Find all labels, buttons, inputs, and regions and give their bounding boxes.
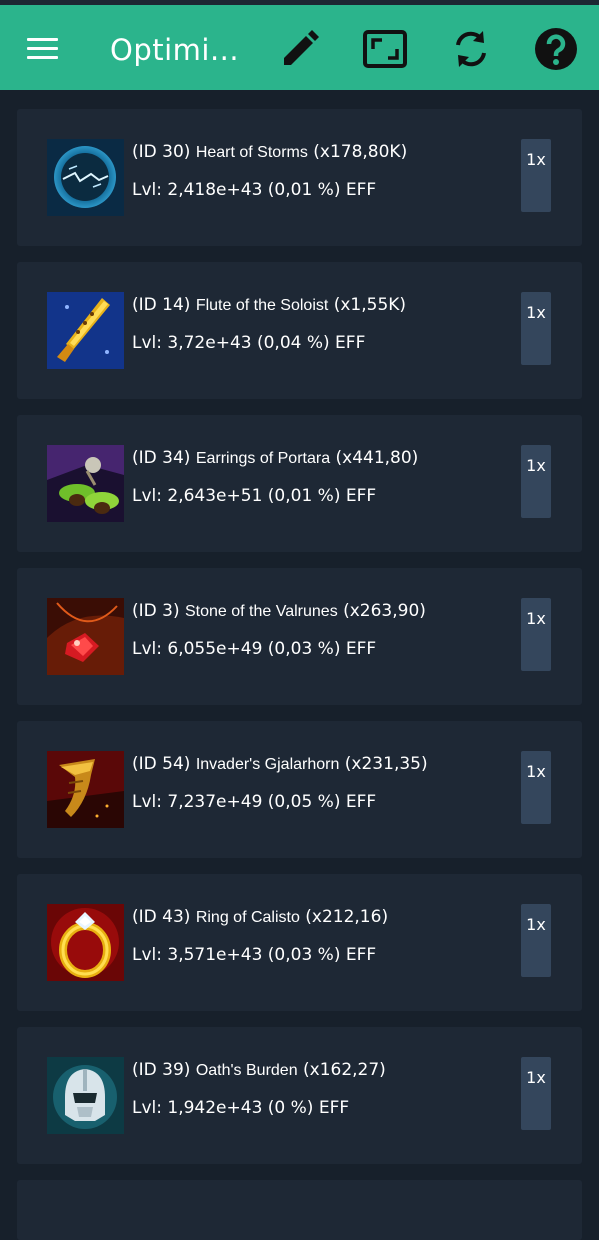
item-id: (ID 34) — [132, 448, 191, 468]
list-item[interactable]: (ID 54) Invader's Gjalarhorn (x231,35) L… — [17, 721, 582, 858]
list-item[interactable]: (ID 34) Earrings of Portara (x441,80) Lv… — [17, 415, 582, 552]
item-title: (ID 39) Oath's Burden (x162,27) — [132, 1058, 517, 1082]
flute-of-the-soloist-icon — [47, 292, 124, 369]
quantity-button[interactable]: 1x — [521, 1057, 551, 1130]
item-multiplier: (x441,80) — [335, 448, 419, 468]
list-item[interactable]: (ID 30) Heart of Storms (x178,80K) Lvl: … — [17, 109, 582, 246]
quantity-button[interactable]: 1x — [521, 598, 551, 671]
earrings-of-portara-icon — [47, 445, 124, 522]
list-item[interactable]: (ID 43) Ring of Calisto (x212,16) Lvl: 3… — [17, 874, 582, 1011]
item-level: Lvl: 2,643e+51 (0,01 %) EFF — [132, 486, 377, 506]
page-title: Optimi... — [110, 33, 240, 67]
item-id: (ID 14) — [132, 295, 191, 315]
item-name: Earrings of Portara — [195, 450, 331, 467]
item-title: (ID 54) Invader's Gjalarhorn (x231,35) — [132, 752, 517, 776]
list-item[interactable]: (ID 14) Flute of the Soloist (x1,55K) Lv… — [17, 262, 582, 399]
quantity-button[interactable]: 1x — [521, 904, 551, 977]
item-title: (ID 30) Heart of Storms (x178,80K) — [132, 140, 517, 164]
fullscreen-icon[interactable] — [363, 27, 407, 71]
item-name: Oath's Burden — [195, 1062, 298, 1079]
item-title: (ID 34) Earrings of Portara (x441,80) — [132, 446, 517, 470]
list-item[interactable]: (ID 39) Oath's Burden (x162,27) Lvl: 1,9… — [17, 1027, 582, 1164]
item-id: (ID 39) — [132, 1060, 191, 1080]
quantity-button[interactable]: 1x — [521, 751, 551, 824]
item-multiplier: (x231,35) — [344, 754, 428, 774]
item-name: Flute of the Soloist — [195, 297, 329, 314]
item-name: Invader's Gjalarhorn — [195, 756, 340, 773]
item-name: Stone of the Valrunes — [185, 603, 338, 620]
item-level: Lvl: 2,418e+43 (0,01 %) EFF — [132, 180, 377, 200]
invaders-gjalarhorn-icon — [47, 751, 124, 828]
item-name: Ring of Calisto — [195, 909, 300, 926]
app-bar: Optimi... — [0, 5, 599, 90]
item-level: Lvl: 3,571e+43 (0,03 %) EFF — [132, 945, 377, 965]
heart-of-storms-icon — [47, 139, 124, 216]
list-item[interactable] — [17, 1180, 582, 1240]
item-level: Lvl: 6,055e+49 (0,03 %) EFF — [132, 639, 377, 659]
item-level: Lvl: 3,72e+43 (0,04 %) EFF — [132, 333, 366, 353]
item-id: (ID 43) — [132, 907, 191, 927]
item-multiplier: (x263,90) — [343, 601, 426, 621]
edit-pencil-icon[interactable] — [278, 27, 322, 71]
item-id: (ID 54) — [132, 754, 191, 774]
item-id: (ID 3) — [132, 601, 180, 621]
item-multiplier: (x212,16) — [305, 907, 389, 927]
item-multiplier: (x1,55K) — [333, 295, 407, 315]
quantity-button[interactable]: 1x — [521, 139, 551, 212]
item-level: Lvl: 1,942e+43 (0 %) EFF — [132, 1098, 350, 1118]
item-multiplier: (x178,80K) — [313, 142, 408, 162]
item-title: (ID 14) Flute of the Soloist (x1,55K) — [132, 293, 517, 317]
item-name: Heart of Storms — [195, 144, 308, 161]
item-title: (ID 43) Ring of Calisto (x212,16) — [132, 905, 517, 929]
list-item[interactable]: (ID 3) Stone of the Valrunes (x263,90) L… — [17, 568, 582, 705]
item-level: Lvl: 7,237e+49 (0,05 %) EFF — [132, 792, 377, 812]
item-id: (ID 30) — [132, 142, 191, 162]
stone-of-the-valrunes-icon — [47, 598, 124, 675]
ring-of-calisto-icon — [47, 904, 124, 981]
help-icon[interactable] — [534, 27, 578, 71]
item-title: (ID 3) Stone of the Valrunes (x263,90) — [132, 599, 517, 623]
quantity-button[interactable]: 1x — [521, 445, 551, 518]
oaths-burden-icon — [47, 1057, 124, 1134]
refresh-icon[interactable] — [449, 27, 493, 71]
quantity-button[interactable]: 1x — [521, 292, 551, 365]
item-multiplier: (x162,27) — [303, 1060, 386, 1080]
menu-icon[interactable] — [27, 38, 59, 60]
